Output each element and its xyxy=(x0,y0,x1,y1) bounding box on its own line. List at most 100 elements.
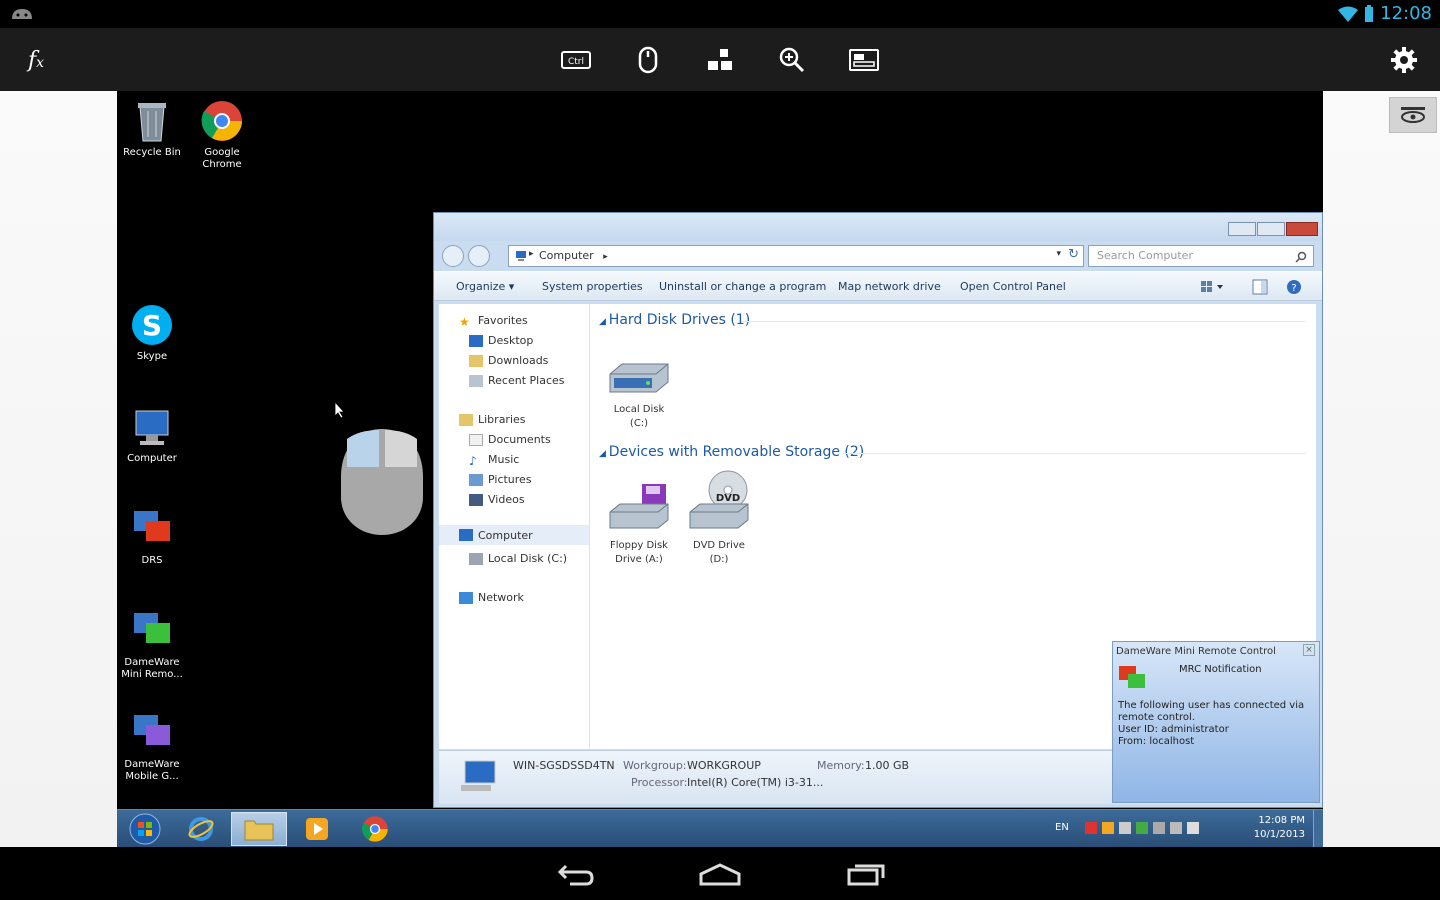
nav-music[interactable]: ♪ Music xyxy=(469,453,520,468)
system-properties-button[interactable]: System properties xyxy=(542,280,643,293)
minimize-button[interactable] xyxy=(1228,222,1256,236)
address-text: Computer xyxy=(539,249,594,262)
open-control-panel-button[interactable]: Open Control Panel xyxy=(960,280,1066,293)
home-nav-button[interactable] xyxy=(696,859,744,889)
chrome-icon xyxy=(201,101,242,141)
drs-icon xyxy=(134,511,170,541)
tray-icon[interactable] xyxy=(1170,822,1182,834)
desktop-icon-label: DameWare Mini Remo... xyxy=(121,657,183,680)
desktop-icon-computer[interactable]: Computer xyxy=(117,405,187,465)
keyboard-icon: Ctrl xyxy=(561,51,591,69)
nav-documents[interactable]: Documents xyxy=(469,433,551,446)
notification-line-2: remote control. xyxy=(1118,712,1195,723)
nav-downloads[interactable]: Downloads xyxy=(469,354,548,367)
workgroup-label: Workgroup: xyxy=(623,759,687,772)
screen-button[interactable] xyxy=(844,40,884,80)
forward-button[interactable] xyxy=(468,245,490,267)
drive-local-disk-c[interactable]: Local Disk (C:) xyxy=(599,358,679,431)
map-network-drive-button[interactable]: Map network drive xyxy=(838,280,941,293)
maximize-button[interactable] xyxy=(1257,222,1285,236)
view-toggle-button[interactable] xyxy=(1389,97,1437,133)
organize-button[interactable]: Organize ▾ xyxy=(456,280,514,293)
nav-local-disk[interactable]: Local Disk (C:) xyxy=(469,552,567,565)
taskbar-media-player[interactable] xyxy=(289,812,345,846)
close-button[interactable] xyxy=(1286,222,1318,236)
taskbar-explorer[interactable] xyxy=(231,812,287,846)
pictures-icon xyxy=(469,473,483,486)
svg-text:?: ? xyxy=(1291,283,1296,294)
desktop-icon-dameware-mini[interactable]: DameWare Mini Remo... xyxy=(117,609,187,681)
nav-videos[interactable]: Videos xyxy=(469,493,525,506)
refresh-icon[interactable]: ↻ xyxy=(1068,247,1079,262)
desktop-icon-label: Computer xyxy=(127,453,177,464)
recents-nav-button[interactable] xyxy=(842,859,890,889)
address-separator: ▸ xyxy=(529,249,534,259)
clock[interactable]: 12:08 PM 10/1/2013 xyxy=(1254,814,1305,842)
workgroup-value: WORKGROUP xyxy=(687,759,761,772)
dameware-notification[interactable]: DameWare Mini Remote Control × MRC Notif… xyxy=(1112,641,1320,803)
search-input[interactable]: Search Computer xyxy=(1088,245,1314,267)
drive-label-line1: Floppy Disk xyxy=(610,540,668,551)
collapse-icon: ◢ xyxy=(599,449,609,459)
desktop-icon-drs[interactable]: DRS xyxy=(117,507,187,567)
address-bar[interactable]: ▸ Computer ▸ ▾ ↻ xyxy=(508,245,1084,267)
desktop-icon-chrome[interactable]: Google Chrome xyxy=(187,99,257,171)
address-dropdown-icon[interactable]: ▾ xyxy=(1056,249,1061,259)
group-header-label: Hard Disk Drives (1) xyxy=(608,312,751,328)
uninstall-program-button[interactable]: Uninstall or change a program xyxy=(659,280,826,293)
nav-favorites[interactable]: ★ Favorites xyxy=(459,314,528,329)
taskbar-ie[interactable] xyxy=(173,812,229,846)
function-keys-button[interactable]: fx xyxy=(16,40,56,80)
tray-icon[interactable] xyxy=(1136,822,1148,834)
back-nav-button[interactable] xyxy=(552,859,600,889)
nav-pictures[interactable]: Pictures xyxy=(469,473,532,486)
desktop-icon-dameware-mobile[interactable]: DameWare Mobile G... xyxy=(117,711,187,783)
virtual-mouse-icon[interactable] xyxy=(339,427,425,537)
keyboard-button[interactable]: Ctrl xyxy=(556,40,596,80)
language-indicator[interactable]: EN xyxy=(1055,822,1069,833)
svg-text:Ctrl: Ctrl xyxy=(568,57,584,67)
back-button[interactable] xyxy=(442,245,464,267)
help-icon[interactable]: ? xyxy=(1286,279,1302,295)
explorer-titlebar[interactable] xyxy=(434,213,1322,241)
dameware-mobile-icon xyxy=(134,715,170,745)
tray-icon[interactable] xyxy=(1085,822,1097,834)
nav-recent-places[interactable]: Recent Places xyxy=(469,374,565,387)
drive-dvd-d[interactable]: DVD DVD Drive (D:) xyxy=(679,468,759,567)
volume-icon[interactable] xyxy=(1187,822,1199,834)
music-icon: ♪ xyxy=(469,453,477,468)
recents-icon xyxy=(847,864,885,886)
tray-icon[interactable] xyxy=(1119,822,1131,834)
tray-icon[interactable] xyxy=(1102,822,1114,834)
dameware-notification-icon xyxy=(1119,666,1145,688)
nav-libraries[interactable]: Libraries xyxy=(459,413,526,426)
windows-taskbar: EN 12:08 PM 10/1/2013 xyxy=(117,809,1323,848)
nav-desktop[interactable]: Desktop xyxy=(469,334,533,347)
preview-pane-icon[interactable] xyxy=(1252,279,1268,295)
tray-icon[interactable] xyxy=(1153,822,1165,834)
monitors-button[interactable] xyxy=(700,40,740,80)
android-status-bar: 12:08 xyxy=(0,0,1440,28)
desktop-icon-recycle-bin[interactable]: Recycle Bin xyxy=(117,99,187,159)
libraries-icon xyxy=(459,413,473,426)
skype-icon: S xyxy=(132,305,172,345)
change-view-icon[interactable] xyxy=(1200,280,1224,294)
zoom-button[interactable] xyxy=(772,40,812,80)
group-header-removable[interactable]: ◢ Devices with Removable Storage (2) xyxy=(599,444,864,460)
mouse-button[interactable] xyxy=(628,40,668,80)
drive-floppy-a[interactable]: Floppy Disk Drive (A:) xyxy=(599,482,679,567)
notification-line-3: User ID: administrator xyxy=(1118,724,1229,735)
taskbar-chrome[interactable] xyxy=(347,812,403,846)
group-header-hard-disks[interactable]: ◢ Hard Disk Drives (1) xyxy=(599,312,750,328)
notification-close-button[interactable]: × xyxy=(1303,644,1315,656)
nav-network[interactable]: Network xyxy=(459,591,524,604)
show-desktop-button[interactable] xyxy=(1313,810,1323,848)
settings-button[interactable] xyxy=(1384,40,1424,80)
start-button[interactable] xyxy=(117,812,173,846)
nav-computer[interactable]: Computer xyxy=(439,525,589,545)
desktop-icon-skype[interactable]: S Skype xyxy=(117,303,187,363)
dameware-mini-icon xyxy=(134,613,170,643)
recent-places-icon xyxy=(469,374,483,387)
memory-value: 1.00 GB xyxy=(865,759,910,772)
nav-label: Music xyxy=(488,453,520,466)
